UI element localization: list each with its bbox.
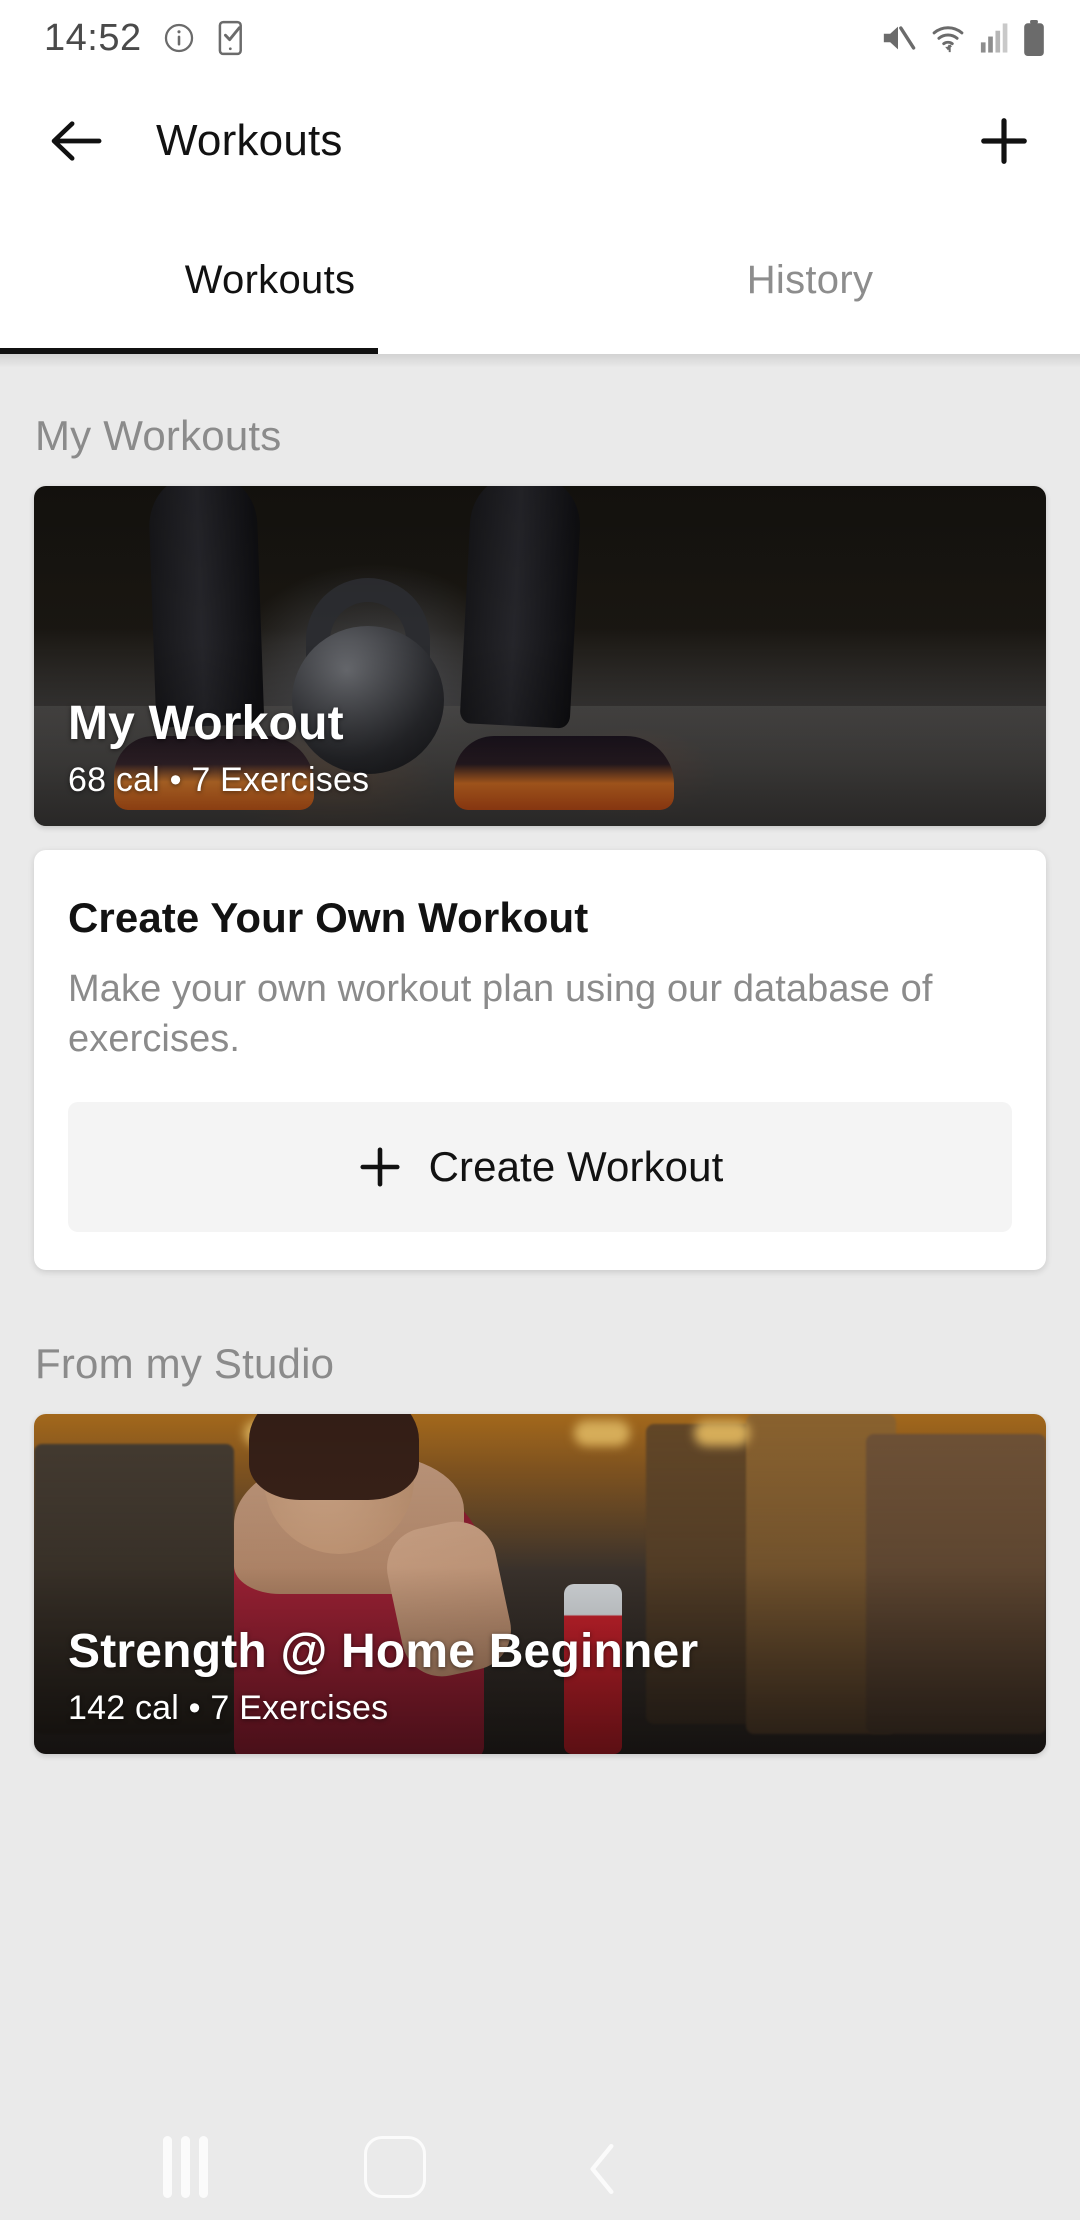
- workouts-scroll-area[interactable]: My Workouts My Workout 68 cal • 7 Exerci…: [0, 354, 1080, 2220]
- section-title-my-workouts: My Workouts: [35, 412, 282, 459]
- tab-bar: Workouts History: [0, 206, 1080, 354]
- section-title-from-my-studio: From my Studio: [35, 1340, 335, 1388]
- workout-card-title: Strength @ Home Beginner: [68, 1625, 699, 1679]
- plus-icon: [360, 1147, 400, 1187]
- workout-card-my-workout[interactable]: My Workout 68 cal • 7 Exercises: [34, 486, 1046, 826]
- plus-icon: [981, 118, 1027, 164]
- create-workout-description: Make your own workout plan using our dat…: [68, 968, 933, 1061]
- info-icon: [164, 23, 193, 53]
- workout-card-subtitle: 68 cal • 7 Exercises: [68, 761, 370, 799]
- back-button[interactable]: [44, 109, 108, 173]
- battery-icon: [1024, 20, 1044, 56]
- status-bar-left: 14:52: [44, 17, 246, 60]
- create-workout-button-label: Create Workout: [428, 1143, 724, 1191]
- workout-card-strength-at-home-beginner[interactable]: Strength @ Home Beginner 142 cal • 7 Exe…: [34, 1414, 1046, 1755]
- create-workout-button[interactable]: Create Workout: [68, 1102, 1012, 1233]
- page-title: Workouts: [156, 116, 343, 165]
- cellular-signal-icon: [980, 23, 1008, 53]
- tab-history[interactable]: History: [540, 206, 1080, 354]
- status-bar-clock: 14:52: [44, 16, 142, 59]
- status-bar: 14:52: [0, 0, 1080, 76]
- workout-card-text: Strength @ Home Beginner 142 cal • 7 Exe…: [68, 1624, 1012, 1728]
- workout-card-text: My Workout 68 cal • 7 Exercises: [68, 696, 1012, 800]
- app-bar: Workouts: [0, 76, 1080, 206]
- add-workout-button[interactable]: [972, 109, 1036, 173]
- tab-workouts-label: Workouts: [184, 257, 356, 302]
- mute-icon: [883, 26, 916, 50]
- tab-history-label: History: [746, 257, 874, 302]
- create-workout-card: Create Your Own Workout Make your own wo…: [34, 850, 1046, 1271]
- workout-card-subtitle: 142 cal • 7 Exercises: [68, 1689, 389, 1728]
- status-bar-right: [879, 20, 1046, 56]
- device-check-icon: [218, 20, 242, 56]
- wifi-icon: [932, 26, 964, 53]
- workout-card-title: My Workout: [68, 697, 344, 750]
- back-arrow-icon: [51, 121, 102, 161]
- tab-workouts[interactable]: Workouts: [0, 206, 540, 354]
- create-workout-title: Create Your Own Workout: [68, 894, 589, 941]
